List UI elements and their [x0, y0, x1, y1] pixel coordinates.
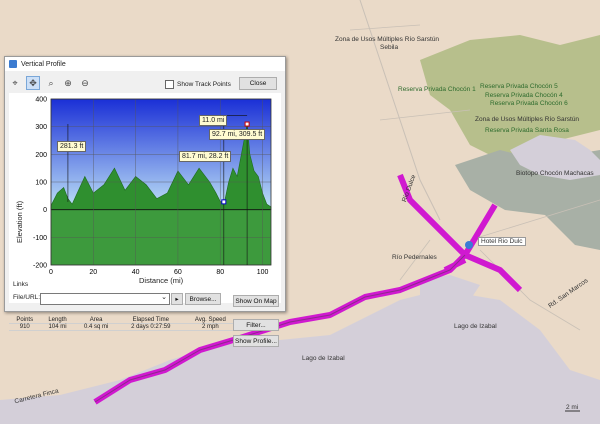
y-tick-label: -200 [33, 263, 47, 270]
file-url-label: File/URL: [13, 294, 41, 301]
x-tick-label: 80 [216, 269, 224, 276]
hotel-marker-icon[interactable] [465, 241, 473, 249]
crosshair-icon[interactable]: ⌖ [9, 77, 21, 89]
y-tick-label: 100 [35, 180, 47, 187]
hotel-label[interactable]: Hotel Rio Dulc [478, 237, 526, 246]
stats-value: 104 mi [40, 323, 75, 331]
distance-callout: 11.0 mi [199, 115, 228, 126]
browse-button[interactable]: Browse... [185, 293, 221, 305]
checkbox-label: Show Track Points [177, 81, 231, 88]
file-url-input[interactable]: ⌄ [40, 293, 170, 305]
cursor-point-marker [221, 199, 227, 205]
dialog-titlebar[interactable]: Vertical Profile [5, 57, 285, 71]
map-label: Reserva Privada Chocón 4 [485, 92, 563, 99]
links-label: Links [13, 281, 29, 288]
map-label: Sebila [380, 44, 399, 51]
y-axis-label: Elevation (ft) [15, 200, 24, 243]
y-tick-label: 300 [35, 124, 47, 131]
vertical-profile-dialog[interactable]: Vertical Profile ⌖ ✥ ⌕ ⊕ ⊖ Show Track Po… [4, 56, 286, 347]
map-label: Reserva Privada Santa Rosa [485, 127, 569, 134]
max-point-marker [244, 121, 250, 127]
zoom-out-icon[interactable]: ⊖ [79, 77, 91, 89]
show-track-points-checkbox[interactable]: Show Track Points [165, 80, 231, 89]
open-link-button[interactable]: ▸ [171, 293, 183, 305]
x-tick-label: 60 [174, 269, 182, 276]
map-label: Lago de Izabal [454, 323, 497, 330]
track-stats-table: Points Length Area Elapsed Time Avg. Spe… [9, 317, 237, 331]
map-label: Reserva Privada Chocón 5 [480, 83, 558, 90]
x-axis-label: Distance (mi) [139, 276, 184, 285]
x-tick-label: 0 [49, 269, 53, 276]
y-tick-label: 0 [43, 207, 47, 214]
map-label: Reserva Privada Chocón 6 [490, 100, 568, 107]
dialog-title: Vertical Profile [21, 60, 66, 68]
x-tick-label: 100 [257, 269, 269, 276]
stats-value: 2 mph [183, 323, 237, 331]
map-label: Reserva Privada Chocón 1 [398, 86, 476, 93]
stats-value: 0.4 sq mi [74, 323, 118, 331]
map-label: Zona de Usos Múltiples Río Sarstún [335, 36, 440, 43]
max-point-callout: 92.7 mi, 309.5 ft [209, 129, 266, 140]
show-on-map-button[interactable]: Show On Map [233, 295, 279, 307]
y-tick-label: 400 [35, 97, 47, 104]
map-label: Río Pedernales [392, 254, 437, 261]
app-icon [9, 60, 17, 68]
y-tick-label: -100 [33, 235, 47, 242]
scale-label: 2 mi [566, 404, 579, 411]
pan-icon[interactable]: ✥ [26, 76, 40, 90]
map-label: Biotopo Chocón Machacas [516, 170, 594, 177]
filter-button[interactable]: Filter... [233, 319, 279, 331]
zoom-in-icon[interactable]: ⊕ [62, 77, 74, 89]
profile-chart-svg: -200 -100 0 100 200 300 400 0 20 40 60 80 100 [33, 97, 272, 276]
delta-callout: 281.3 ft [57, 141, 87, 152]
chevron-down-icon[interactable]: ⌄ [161, 293, 167, 301]
show-profile-button[interactable]: Show Profile... [233, 335, 279, 347]
cursor-point-callout: 81.7 mi, 28.2 ft [179, 151, 232, 162]
checkbox-box[interactable] [165, 80, 174, 89]
y-tick-label: 200 [35, 152, 47, 159]
stats-value: 2 days 0:27:59 [117, 323, 184, 331]
map-label: Zona de Usos Múltiples Río Sarstún [475, 116, 580, 123]
map-label: Lago de Izabal [302, 355, 345, 362]
zoom-box-icon[interactable]: ⌕ [45, 77, 57, 89]
profile-chart[interactable]: -200 -100 0 100 200 300 400 0 20 40 60 80 100 Elevat… [9, 93, 281, 303]
stats-value: 910 [9, 323, 41, 331]
x-tick-label: 20 [89, 269, 97, 276]
x-tick-label: 40 [132, 269, 140, 276]
close-button[interactable]: Close [239, 77, 277, 90]
